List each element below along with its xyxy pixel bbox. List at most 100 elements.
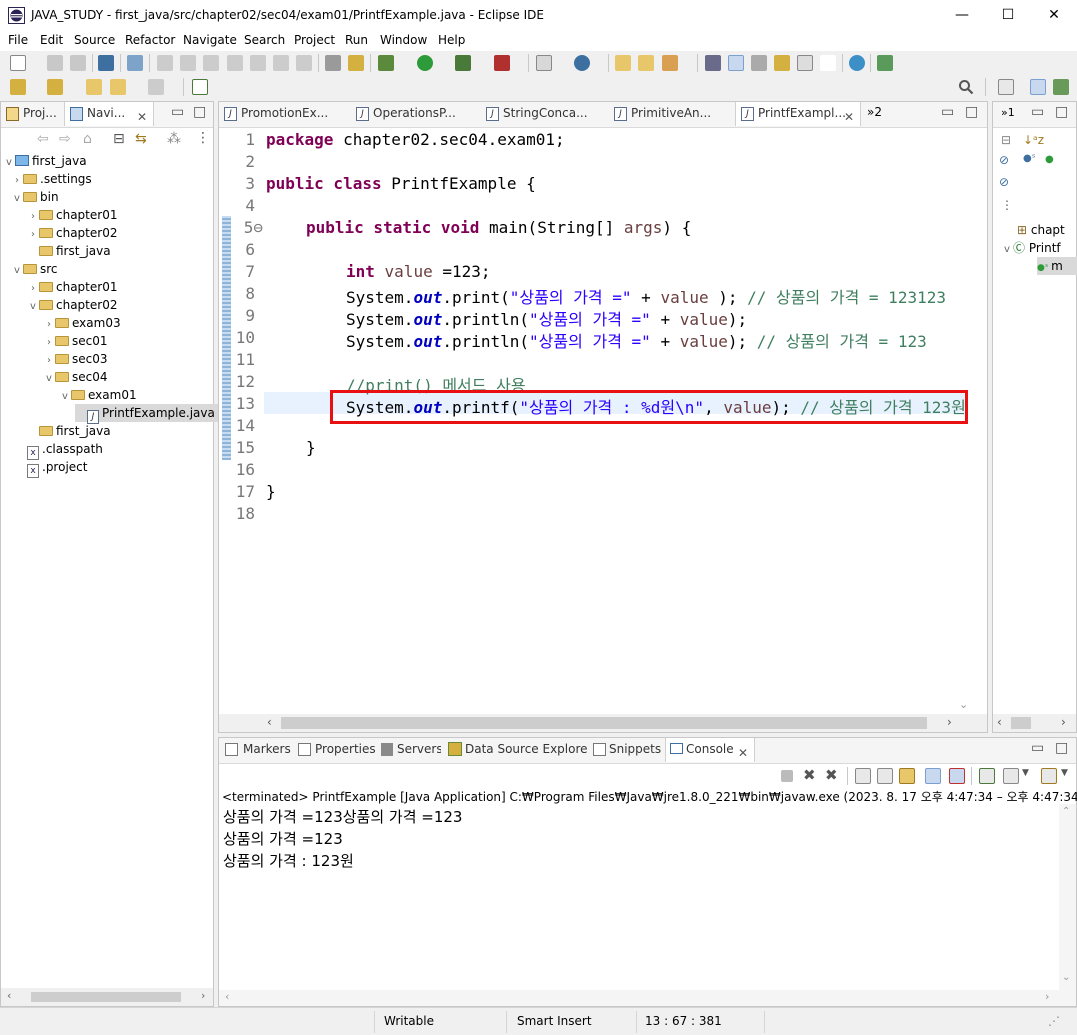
status-insert-mode[interactable]: Smart Insert [517,1014,592,1028]
clear-console-icon[interactable] [855,768,871,784]
drop-to-frame-icon[interactable] [325,55,341,71]
tree-item[interactable]: › .settings [11,170,92,188]
external-tools-icon[interactable] [494,55,510,71]
next-annotation-icon[interactable] [774,55,790,71]
chevron-down-icon[interactable]: ▼ [1061,768,1068,778]
menu-help[interactable]: Help [438,33,465,47]
scroll-thumb[interactable] [281,717,927,729]
web-browser-icon[interactable] [849,55,865,71]
save-icon[interactable] [47,55,63,71]
step-over-icon[interactable] [273,55,289,71]
scroll-right-icon[interactable]: › [201,989,205,1002]
debug-perspective-icon[interactable] [1053,79,1069,95]
pilcrow-icon[interactable] [820,55,836,71]
tree-item[interactable]: v exam01 [59,386,137,404]
console-vscrollbar[interactable]: ⌃ ⌄ [1059,804,1076,990]
menu-run[interactable]: Run [345,33,368,47]
maximize-view-icon[interactable]: □ [965,104,978,120]
scroll-lock-icon[interactable] [877,768,893,784]
block-selection-icon[interactable] [751,55,767,71]
up-icon[interactable]: ⌂ [83,131,92,147]
minimize-button[interactable]: — [939,0,985,31]
forward-icon[interactable] [148,79,164,95]
new-java-class-icon[interactable] [574,55,590,71]
remove-launch-icon[interactable]: ✖ [803,766,816,784]
tab-printf-example[interactable]: J PrintfExampl... ✕ [735,102,861,126]
terminate-icon[interactable] [781,770,793,782]
more-tabs-indicator[interactable]: »2 [867,105,882,119]
tab-primitive[interactable]: J PrimitiveAn... [609,102,732,126]
step-return-icon[interactable] [296,55,312,71]
outline-item-class[interactable]: v Ⓒ Printf [1001,239,1061,257]
line-number-folding[interactable]: 5⊖ [227,218,263,237]
search-tool-icon[interactable] [662,55,678,71]
view-menu-icon[interactable]: ⋮ [196,130,210,146]
forward-arrow-icon[interactable]: ⇨ [59,131,71,147]
new-icon[interactable] [10,55,26,71]
scroll-left-icon[interactable]: ‹ [267,715,272,729]
maximize-view-icon[interactable]: □ [193,104,206,120]
step-into-icon[interactable] [250,55,266,71]
search-icon[interactable] [958,79,974,95]
save-all-icon[interactable] [70,55,86,71]
next-edit-location-icon[interactable] [10,79,26,95]
tree-item-project[interactable]: v first_java [3,152,87,170]
menu-window[interactable]: Window [380,33,427,47]
tree-item[interactable]: v sec04 [43,368,107,386]
previous-edit-location-icon[interactable] [47,79,63,95]
close-tab-icon[interactable]: ✕ [137,106,147,126]
tab-servers[interactable]: Servers [377,738,441,762]
close-tab-icon[interactable]: ✕ [738,742,748,762]
menu-navigate[interactable]: Navigate [183,33,237,47]
back-arrow-icon[interactable]: ⇦ [37,131,49,147]
run-icon[interactable] [417,55,433,71]
marketplace-icon[interactable] [877,55,893,71]
outline-item-method[interactable]: ●ˢ m [1037,257,1077,275]
hide-static-icon[interactable]: ●ˢ [1023,153,1035,164]
chevron-down-icon[interactable]: ▼ [1022,768,1029,778]
tree-item[interactable]: › chapter01 [27,206,117,224]
tab-promotion-example[interactable]: J PromotionEx... [219,102,342,126]
code-editor[interactable]: 1 2 3 4 5⊖ 6 7 8 9 10 11 12 13 14 15 16 … [219,128,975,718]
maximize-view-icon[interactable]: □ [1055,104,1068,120]
close-button[interactable]: ✕ [1031,0,1077,31]
console-output[interactable]: 상품의 가격 =123상품의 가격 =123 상품의 가격 =123 상품의 가… [219,804,1059,990]
filters-icon[interactable]: ⁂ [167,131,181,147]
outline-item-package[interactable]: ⊞ chapt [1017,221,1065,239]
tab-project-explorer[interactable]: Proj... [1,102,63,126]
tab-console[interactable]: Console ✕ [665,738,755,762]
menu-search[interactable]: Search [244,33,285,47]
tab-operations[interactable]: J OperationsP... [351,102,474,126]
display-selected-console-icon[interactable] [1003,768,1019,784]
scroll-left-icon[interactable]: ‹ [7,989,11,1002]
menu-refactor[interactable]: Refactor [125,33,175,47]
scroll-thumb[interactable] [1011,717,1031,729]
mark-occurrences-icon[interactable] [728,55,744,71]
resume-icon[interactable] [157,55,173,71]
more-views-indicator[interactable]: »1 [1001,106,1015,119]
open-task-icon[interactable] [638,55,654,71]
skip-breakpoints-icon[interactable] [127,55,143,71]
remove-all-launches-icon[interactable]: ✖ [825,766,838,784]
tree-item[interactable]: › chapter01 [27,278,117,296]
status-cursor-position[interactable]: 13 : 67 : 381 [645,1014,722,1028]
word-wrap-icon[interactable] [899,768,915,784]
close-tab-icon[interactable]: ✕ [844,106,854,126]
collapse-all-icon[interactable]: ⊟ [113,131,125,147]
tab-properties[interactable]: Properties [293,738,375,762]
open-console-icon[interactable] [98,55,114,71]
maximize-button[interactable]: ☐ [985,0,1031,31]
scroll-right-icon[interactable]: › [947,715,952,729]
maximize-view-icon[interactable]: □ [1055,740,1068,756]
toggle-ant-icon[interactable] [705,55,721,71]
minimize-view-icon[interactable]: ▭ [941,104,954,120]
show-on-stderr-icon[interactable] [949,768,965,784]
minimize-view-icon[interactable]: ▭ [1031,740,1044,756]
menu-file[interactable]: File [8,33,28,47]
use-step-filters-icon[interactable] [348,55,364,71]
view-menu-icon[interactable]: ⋮ [1001,198,1013,212]
suspend-icon[interactable] [180,55,196,71]
editor-hscrollbar[interactable]: ‹ › [219,714,987,732]
scroll-thumb[interactable] [31,992,181,1002]
tree-item[interactable]: v bin [11,188,59,206]
